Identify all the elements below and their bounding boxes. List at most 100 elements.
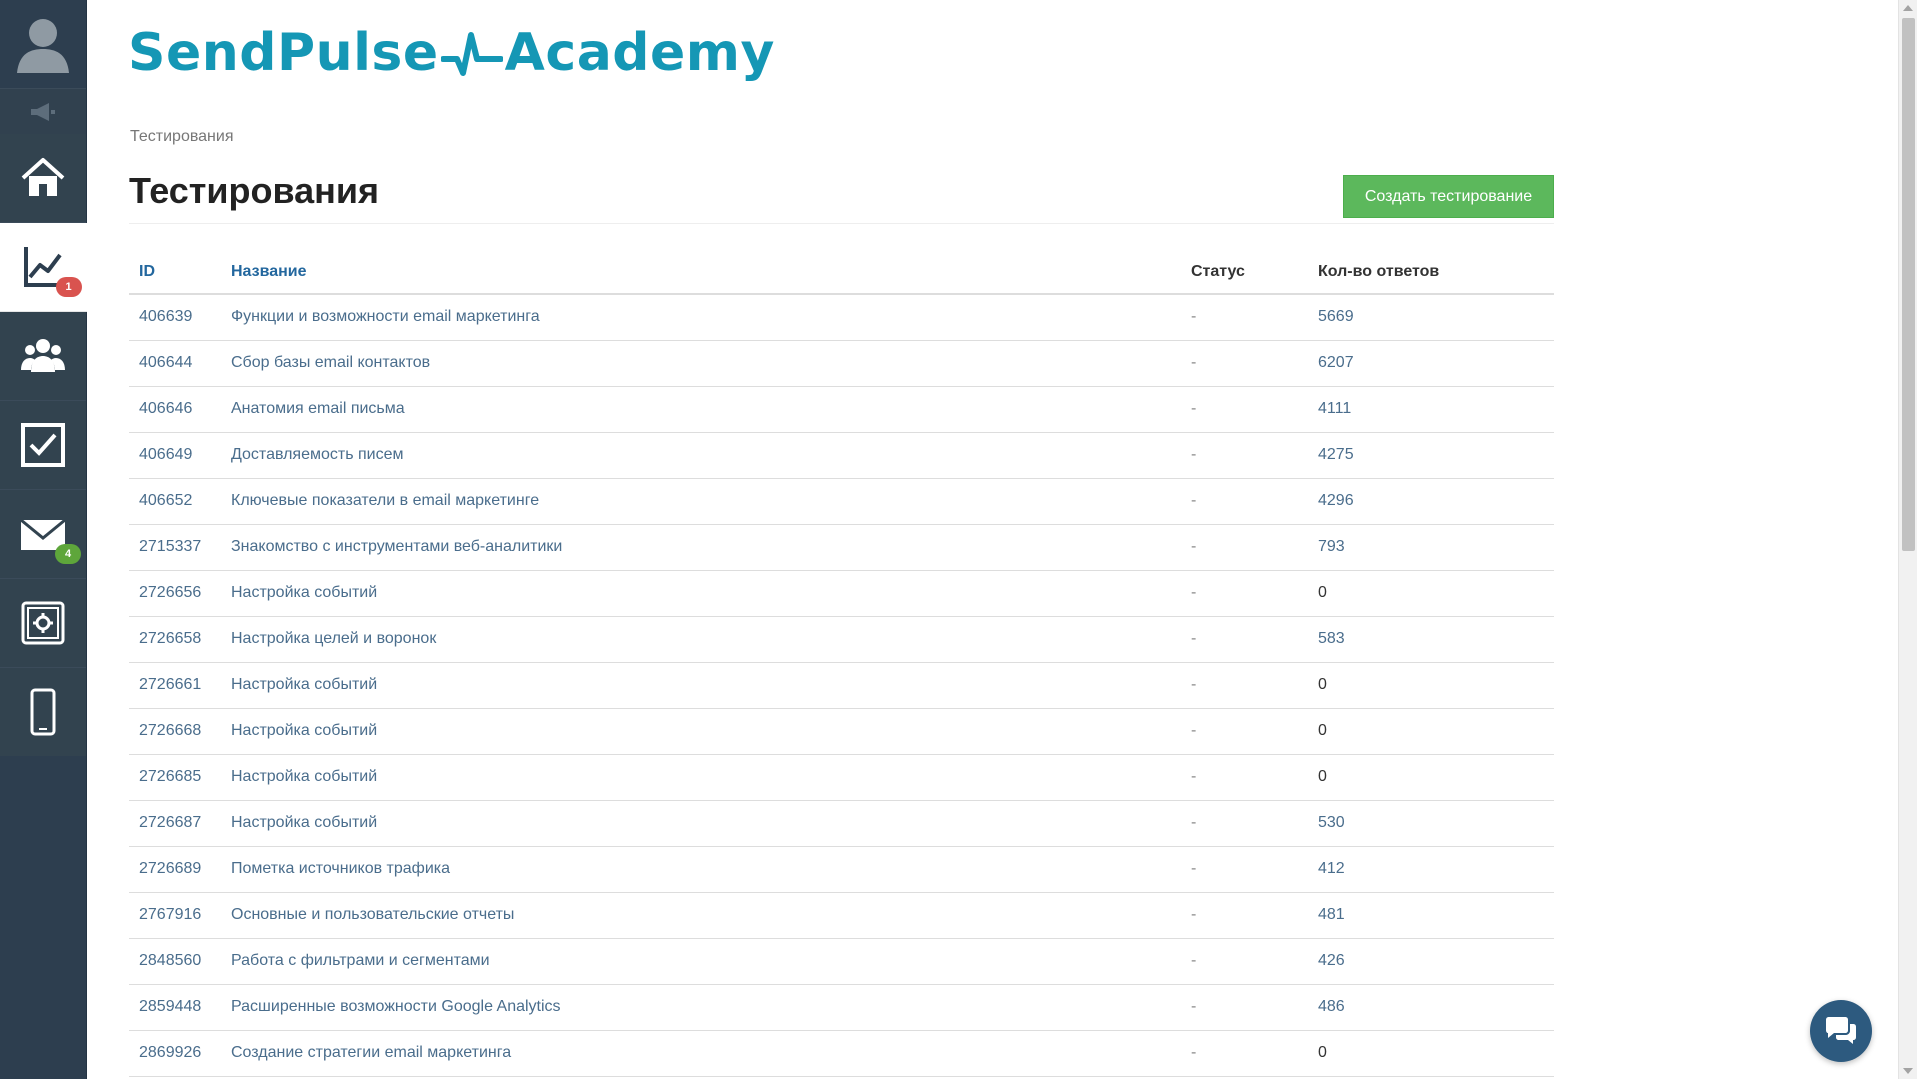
cell-status: - xyxy=(1181,707,1308,755)
cell-status: - xyxy=(1181,938,1308,985)
table-row[interactable]: 2715337 Знакомство с инструментами веб-ан… xyxy=(129,524,1554,571)
cell-title[interactable]: Функции и возможности email маркетинга xyxy=(221,293,1181,341)
cell-title[interactable]: Основные и пользовательские отчеты xyxy=(221,892,1181,939)
table-row[interactable]: 2726687 Настройка событий -530 xyxy=(129,800,1554,847)
cell-id[interactable]: 406652 xyxy=(129,478,221,525)
tests-table: ID Название Статус Кол-во ответов 406639… xyxy=(129,250,1554,1077)
cell-answers: 530 xyxy=(1308,800,1554,847)
cell-answers: 4296 xyxy=(1308,478,1554,525)
cell-status: - xyxy=(1181,892,1308,939)
cell-title[interactable]: Настройка событий xyxy=(221,800,1181,847)
scroll-down-icon[interactable] xyxy=(1903,1068,1913,1074)
chat-button[interactable] xyxy=(1810,1000,1872,1062)
table-row[interactable]: 406639 Функции и возможности email маркет… xyxy=(129,293,1554,341)
brand-name-left: SendPulse xyxy=(128,23,439,83)
table-row[interactable]: 406644 Сбор базы email контактов -6207 xyxy=(129,340,1554,387)
scroll-up-icon[interactable] xyxy=(1903,5,1913,11)
table-row[interactable]: 2859448 Расширенные возможности Google An… xyxy=(129,983,1554,1031)
cell-id[interactable]: 2726689 xyxy=(129,845,221,893)
table-row[interactable]: 2726656 Настройка событий -0 xyxy=(129,569,1554,617)
page-scrollbar[interactable] xyxy=(1898,0,1917,1079)
sidebar-item-tests[interactable] xyxy=(0,401,86,490)
cell-id[interactable]: 2726661 xyxy=(129,662,221,709)
cell-title[interactable]: Настройка событий xyxy=(221,569,1181,617)
megaphone-icon xyxy=(31,102,55,121)
sidebar-filler xyxy=(0,756,86,1079)
cell-title[interactable]: Настройка целей и воронок xyxy=(221,616,1181,663)
cell-id[interactable]: 2859448 xyxy=(129,983,221,1031)
cell-id[interactable]: 406646 xyxy=(129,386,221,433)
sidebar-item-home[interactable] xyxy=(0,134,86,223)
cell-id[interactable]: 406639 xyxy=(129,293,221,341)
table-row[interactable]: 406652 Ключевые показатели в email маркет… xyxy=(129,478,1554,525)
table-row[interactable]: 406649 Доставляемость писем -4275 xyxy=(129,431,1554,479)
table-row[interactable]: 2767916 Основные и пользовательские отчет… xyxy=(129,892,1554,939)
cell-id[interactable]: 2726687 xyxy=(129,800,221,847)
table-row[interactable]: 2869926 Создание стратегии email маркетин… xyxy=(129,1030,1554,1077)
table-row[interactable]: 2848560 Работа с фильтрами и сегментами -4… xyxy=(129,938,1554,985)
users-icon xyxy=(21,339,65,372)
cell-id[interactable]: 2848560 xyxy=(129,938,221,985)
cell-answers: 426 xyxy=(1308,938,1554,985)
table-row[interactable]: 2726661 Настройка событий -0 xyxy=(129,662,1554,709)
cell-title[interactable]: Работа с фильтрами и сегментами xyxy=(221,938,1181,985)
cell-answers: 0 xyxy=(1308,1030,1554,1077)
cell-answers: 412 xyxy=(1308,845,1554,893)
cell-answers: 0 xyxy=(1308,662,1554,709)
sidebar-item-users[interactable] xyxy=(0,312,86,401)
settings-safe-icon xyxy=(21,601,65,645)
table-row[interactable]: 406646 Анатомия email письма -4111 xyxy=(129,386,1554,433)
announcements-toggle[interactable] xyxy=(0,88,86,135)
scrollbar-thumb[interactable] xyxy=(1902,18,1915,551)
user-avatar-icon xyxy=(17,19,69,73)
cell-answers: 4111 xyxy=(1308,386,1554,433)
cell-title[interactable]: Настройка событий xyxy=(221,662,1181,709)
cell-status: - xyxy=(1181,616,1308,663)
cell-id[interactable]: 2715337 xyxy=(129,524,221,571)
page-title: Тестирования xyxy=(129,170,380,211)
user-avatar[interactable] xyxy=(0,0,86,88)
column-header-title[interactable]: Название xyxy=(221,250,1181,295)
create-test-button[interactable]: Создать тестирование xyxy=(1343,175,1554,218)
cell-answers: 0 xyxy=(1308,754,1554,801)
cell-title[interactable]: Доставляемость писем xyxy=(221,431,1181,479)
cell-id[interactable]: 2767916 xyxy=(129,892,221,939)
cell-status: - xyxy=(1181,431,1308,479)
sidebar-item-mobile[interactable] xyxy=(0,668,86,757)
cell-title[interactable]: Сбор базы email контактов xyxy=(221,340,1181,387)
cell-id[interactable]: 2726658 xyxy=(129,616,221,663)
cell-id[interactable]: 2869926 xyxy=(129,1030,221,1077)
cell-status: - xyxy=(1181,340,1308,387)
cell-id[interactable]: 2726656 xyxy=(129,569,221,617)
cell-status: - xyxy=(1181,845,1308,893)
table-row[interactable]: 2726658 Настройка целей и воронок -583 xyxy=(129,616,1554,663)
sidebar-item-analytics[interactable]: 1 xyxy=(0,223,87,312)
cell-title[interactable]: Настройка событий xyxy=(221,707,1181,755)
sidebar-item-settings[interactable] xyxy=(0,579,86,668)
cell-id[interactable]: 406649 xyxy=(129,431,221,479)
cell-title[interactable]: Анатомия email письма xyxy=(221,386,1181,433)
cell-answers: 0 xyxy=(1308,569,1554,617)
cell-title[interactable]: Создание стратегии email маркетинга xyxy=(221,1030,1181,1077)
cell-answers: 4275 xyxy=(1308,431,1554,479)
sidebar-item-mail[interactable]: 4 xyxy=(0,490,86,579)
cell-title[interactable]: Ключевые показатели в email маркетинге xyxy=(221,478,1181,525)
breadcrumb: Тестирования xyxy=(130,128,234,145)
app-root: 1 4 SendPulse Academy Тестирования Тести… xyxy=(0,0,1917,1079)
cell-title[interactable]: Настройка событий xyxy=(221,754,1181,801)
brand-logo[interactable]: SendPulse Academy xyxy=(128,18,775,88)
cell-status: - xyxy=(1181,386,1308,433)
table-row[interactable]: 2726685 Настройка событий -0 xyxy=(129,754,1554,801)
cell-status: - xyxy=(1181,293,1308,341)
cell-id[interactable]: 406644 xyxy=(129,340,221,387)
cell-id[interactable]: 2726685 xyxy=(129,754,221,801)
cell-title[interactable]: Знакомство с инструментами веб-аналитики xyxy=(221,524,1181,571)
table-row[interactable]: 2726668 Настройка событий -0 xyxy=(129,707,1554,755)
cell-title[interactable]: Расширенные возможности Google Analytics xyxy=(221,983,1181,1031)
column-header-id[interactable]: ID xyxy=(129,250,221,295)
table-row[interactable]: 2726689 Пометка источников трафика -412 xyxy=(129,845,1554,893)
cell-status: - xyxy=(1181,524,1308,571)
cell-answers: 5669 xyxy=(1308,293,1554,341)
cell-title[interactable]: Пометка источников трафика xyxy=(221,845,1181,893)
cell-id[interactable]: 2726668 xyxy=(129,707,221,755)
